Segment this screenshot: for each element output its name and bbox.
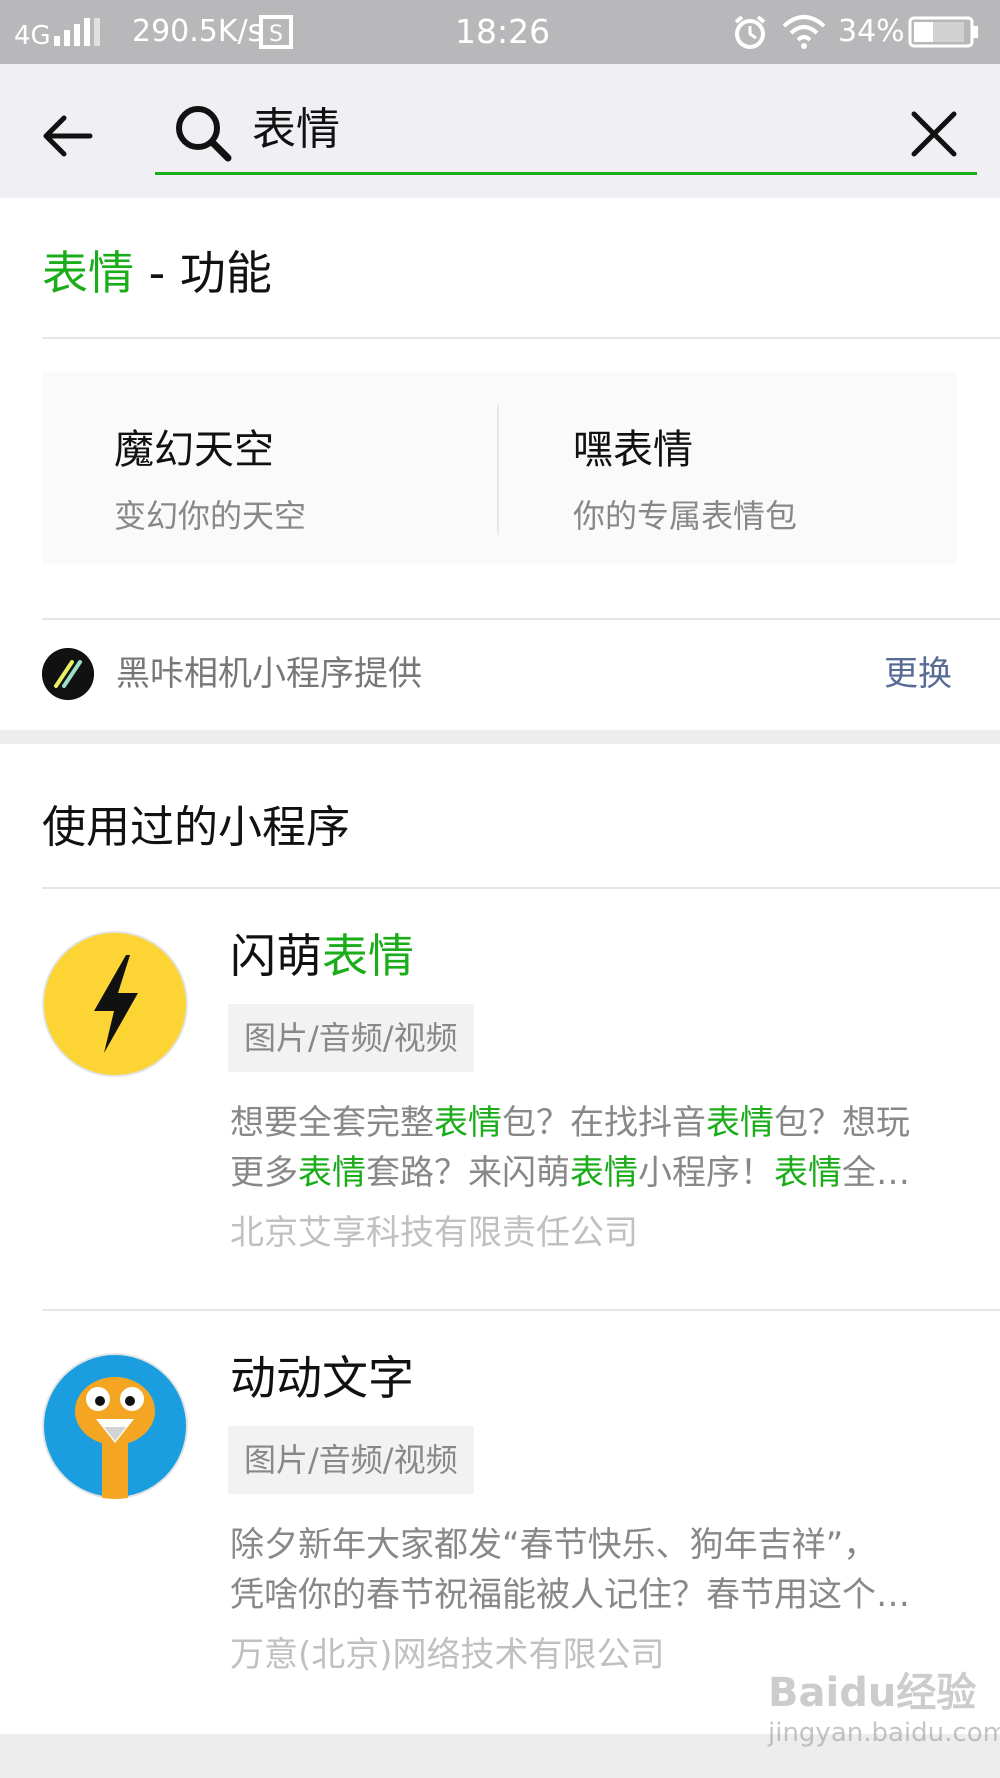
app-description: 除夕新年大家都发“春节快乐、狗年吉祥”， 凭啥你的春节祝福能被人记住？春节用这个… bbox=[230, 1520, 975, 1620]
battery-icon bbox=[908, 16, 978, 48]
network-type: 4G bbox=[14, 21, 51, 51]
sim-icon: S bbox=[259, 15, 293, 49]
search-header bbox=[0, 64, 1000, 198]
svg-text:S: S bbox=[269, 22, 283, 47]
wifi-icon bbox=[782, 15, 826, 49]
back-arrow-icon[interactable] bbox=[40, 108, 96, 164]
app-name-highlight: 表情 bbox=[322, 929, 414, 983]
app-name-plain: 闪萌 bbox=[230, 929, 322, 983]
function-item-title: 嘿表情 bbox=[573, 427, 693, 473]
title-rest: - 功能 bbox=[134, 246, 272, 300]
function-item-title: 魔幻天空 bbox=[114, 427, 274, 473]
lightning-app-icon bbox=[42, 931, 188, 1077]
battery-percent: 34% bbox=[838, 14, 905, 49]
watermark: Baidu经验 jingyan.baidu.com bbox=[768, 1660, 1000, 1748]
section-title: 使用过的小程序 bbox=[42, 802, 350, 853]
search-input[interactable]: 表情 bbox=[252, 100, 340, 160]
signal-icon bbox=[54, 18, 100, 46]
function-section-title: 表情 - 功能 bbox=[42, 243, 272, 303]
function-item-magic-sky[interactable]: 魔幻天空 变幻你的天空 bbox=[42, 372, 497, 564]
category-tag: 图片/音频/视频 bbox=[228, 1426, 474, 1494]
alarm-icon bbox=[734, 15, 766, 49]
company-name: 万意(北京)网络技术有限公司 bbox=[230, 1635, 665, 1675]
desc-highlight: 表情 bbox=[570, 1153, 638, 1193]
description-line: 凭啥你的春节祝福能被人记住？春节用这个… bbox=[230, 1575, 910, 1615]
provider-logo-icon bbox=[42, 648, 94, 700]
status-bar: 4G 290.5K/s S 18:26 34% bbox=[0, 0, 1000, 64]
app-name: 闪萌表情 bbox=[230, 926, 414, 986]
divider bbox=[42, 618, 1000, 620]
desc-highlight: 表情 bbox=[774, 1153, 842, 1193]
ostrich-app-icon bbox=[42, 1353, 188, 1499]
clear-search-icon[interactable] bbox=[906, 106, 962, 162]
desc-seg: 包？在找抖音 bbox=[502, 1103, 706, 1143]
category-tag: 图片/音频/视频 bbox=[228, 1004, 474, 1072]
desc-seg: 更多 bbox=[230, 1153, 298, 1193]
network-speed: 290.5K/s bbox=[132, 14, 264, 49]
desc-highlight: 表情 bbox=[298, 1153, 366, 1193]
description-line: 想要全套完整表情包？在找抖音表情包？想玩 bbox=[230, 1098, 975, 1148]
function-item-hei-emoji[interactable]: 嘿表情 你的专属表情包 bbox=[499, 372, 957, 564]
change-link[interactable]: 更换 bbox=[884, 648, 952, 700]
desc-highlight: 表情 bbox=[434, 1103, 502, 1143]
desc-seg: 包？想玩 bbox=[774, 1103, 910, 1143]
desc-seg: 小程序！ bbox=[638, 1153, 774, 1193]
clock: 18:26 bbox=[455, 12, 551, 51]
provider-text: 黑咔相机小程序提供 bbox=[116, 654, 422, 694]
description-line: 更多表情套路？来闪萌表情小程序！表情全… bbox=[230, 1148, 975, 1198]
search-icon bbox=[176, 106, 232, 162]
description-line: 除夕新年大家都发“春节快乐、狗年吉祥”， bbox=[230, 1525, 878, 1565]
desc-seg: 套路？来闪萌 bbox=[366, 1153, 570, 1193]
app-name: 动动文字 bbox=[230, 1351, 414, 1405]
desc-highlight: 表情 bbox=[706, 1103, 774, 1143]
function-item-subtitle: 你的专属表情包 bbox=[573, 497, 798, 535]
desc-seg: 想要全套完整 bbox=[230, 1103, 434, 1143]
function-item-subtitle: 变幻你的天空 bbox=[114, 497, 307, 535]
watermark-brand: Baidu经验 bbox=[768, 1670, 977, 1716]
watermark-url: jingyan.baidu.com bbox=[768, 1718, 1000, 1748]
search-underline bbox=[155, 172, 977, 175]
desc-seg: 全… bbox=[842, 1153, 910, 1193]
divider bbox=[42, 337, 1000, 339]
app-description: 想要全套完整表情包？在找抖音表情包？想玩 更多表情套路？来闪萌表情小程序！表情全… bbox=[230, 1098, 975, 1198]
title-highlight: 表情 bbox=[42, 246, 134, 300]
company-name: 北京艾享科技有限责任公司 bbox=[230, 1213, 638, 1253]
